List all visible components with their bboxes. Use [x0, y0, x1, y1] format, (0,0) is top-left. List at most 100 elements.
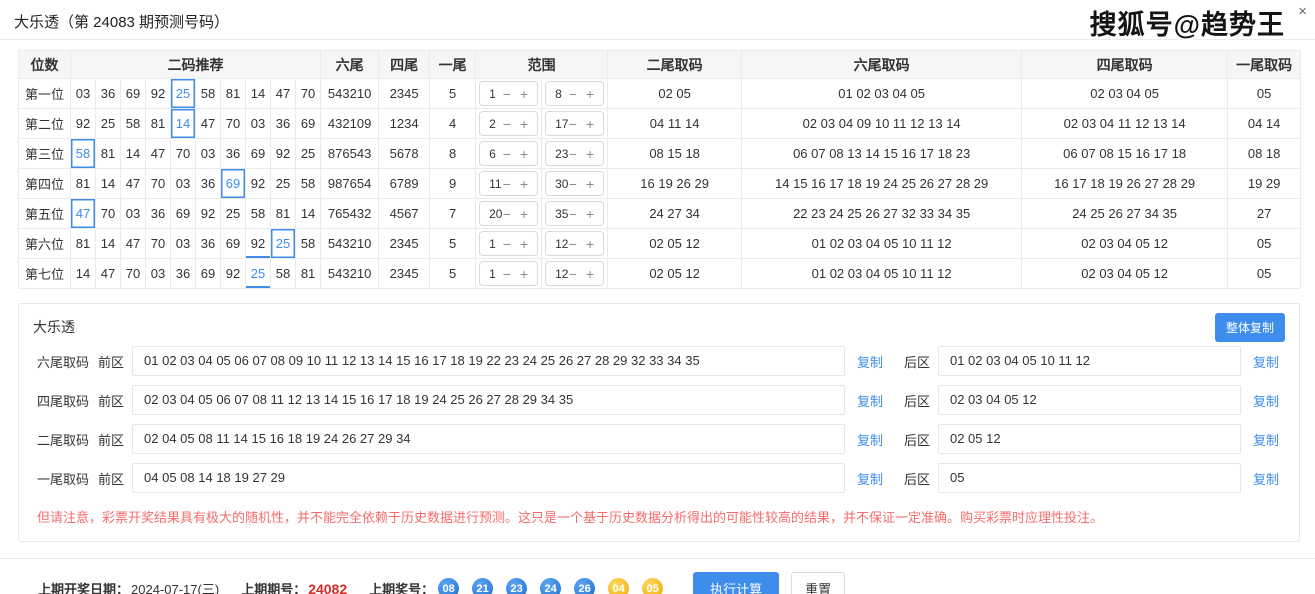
two-code-number-cell[interactable]: 81	[296, 259, 321, 289]
plus-button[interactable]: +	[520, 207, 528, 221]
two-code-number-cell[interactable]: 58	[246, 199, 271, 229]
close-icon[interactable]: ×	[1298, 4, 1307, 19]
minus-button[interactable]: −	[503, 147, 511, 161]
minus-button[interactable]: −	[503, 177, 511, 191]
plus-button[interactable]: +	[520, 267, 528, 281]
range-spinner-input[interactable]: 30−+	[545, 171, 604, 196]
two-code-number-cell[interactable]: 92	[246, 169, 271, 199]
two-code-number-cell[interactable]: 69	[171, 199, 196, 229]
two-code-number-cell[interactable]: 47	[271, 79, 296, 109]
copy-rear-link[interactable]: 复制	[1253, 469, 1279, 488]
two-code-number-cell[interactable]: 92	[246, 229, 271, 259]
two-code-number-cell[interactable]: 25	[271, 229, 296, 259]
two-code-number-cell[interactable]: 36	[221, 139, 246, 169]
two-code-number-cell[interactable]: 25	[96, 109, 121, 139]
plus-button[interactable]: +	[586, 177, 594, 191]
plus-button[interactable]: +	[520, 87, 528, 101]
two-code-number-cell[interactable]: 36	[196, 169, 221, 199]
two-code-number-cell[interactable]: 58	[121, 109, 146, 139]
minus-button[interactable]: −	[569, 147, 577, 161]
plus-button[interactable]: +	[586, 117, 594, 131]
two-code-number-cell[interactable]: 47	[71, 199, 96, 229]
two-code-number-cell[interactable]: 81	[96, 139, 121, 169]
two-code-number-cell[interactable]: 14	[71, 259, 96, 289]
minus-button[interactable]: −	[569, 87, 577, 101]
minus-button[interactable]: −	[503, 237, 511, 251]
minus-button[interactable]: −	[569, 207, 577, 221]
two-code-number-cell[interactable]: 81	[271, 199, 296, 229]
two-code-number-cell[interactable]: 25	[296, 139, 321, 169]
range-spinner-input[interactable]: 17−+	[545, 111, 604, 136]
two-code-number-cell[interactable]: 14	[96, 229, 121, 259]
two-code-number-cell[interactable]: 70	[121, 259, 146, 289]
range-spinner-input[interactable]: 12−+	[545, 231, 604, 256]
two-code-number-cell[interactable]: 92	[196, 199, 221, 229]
copy-rear-link[interactable]: 复制	[1253, 391, 1279, 410]
range-spinner-input[interactable]: 1−+	[479, 231, 538, 256]
minus-button[interactable]: −	[503, 207, 511, 221]
front-zone-input[interactable]: 02 03 04 05 06 07 08 11 12 13 14 15 16 1…	[132, 385, 845, 415]
two-code-number-cell[interactable]: 47	[146, 139, 171, 169]
two-code-number-cell[interactable]: 14	[121, 139, 146, 169]
two-code-number-cell[interactable]: 36	[96, 79, 121, 109]
minus-button[interactable]: −	[503, 117, 511, 131]
range-spinner-input[interactable]: 1−+	[479, 81, 538, 106]
plus-button[interactable]: +	[586, 207, 594, 221]
two-code-number-cell[interactable]: 58	[296, 169, 321, 199]
two-code-number-cell[interactable]: 81	[146, 109, 171, 139]
two-code-number-cell[interactable]: 14	[96, 169, 121, 199]
minus-button[interactable]: −	[569, 117, 577, 131]
two-code-number-cell[interactable]: 03	[121, 199, 146, 229]
two-code-number-cell[interactable]: 70	[221, 109, 246, 139]
two-code-number-cell[interactable]: 70	[96, 199, 121, 229]
two-code-number-cell[interactable]: 03	[146, 259, 171, 289]
two-code-number-cell[interactable]: 69	[121, 79, 146, 109]
minus-button[interactable]: −	[569, 177, 577, 191]
range-spinner-input[interactable]: 6−+	[479, 141, 538, 166]
two-code-number-cell[interactable]: 47	[96, 259, 121, 289]
two-code-number-cell[interactable]: 03	[171, 229, 196, 259]
two-code-number-cell[interactable]: 03	[196, 139, 221, 169]
plus-button[interactable]: +	[586, 147, 594, 161]
two-code-number-cell[interactable]: 69	[296, 109, 321, 139]
plus-button[interactable]: +	[520, 237, 528, 251]
two-code-number-cell[interactable]: 25	[171, 79, 196, 109]
range-spinner-input[interactable]: 35−+	[545, 201, 604, 226]
front-zone-input[interactable]: 02 04 05 08 11 14 15 16 18 19 24 26 27 2…	[132, 424, 845, 454]
range-spinner-input[interactable]: 23−+	[545, 141, 604, 166]
range-spinner-input[interactable]: 8−+	[545, 81, 604, 106]
two-code-number-cell[interactable]: 03	[171, 169, 196, 199]
plus-button[interactable]: +	[586, 237, 594, 251]
two-code-number-cell[interactable]: 47	[196, 109, 221, 139]
two-code-number-cell[interactable]: 92	[271, 139, 296, 169]
two-code-number-cell[interactable]: 36	[171, 259, 196, 289]
plus-button[interactable]: +	[520, 147, 528, 161]
two-code-number-cell[interactable]: 14	[296, 199, 321, 229]
copy-front-link[interactable]: 复制	[857, 391, 883, 410]
reset-button[interactable]: 重置	[791, 572, 845, 594]
range-spinner-input[interactable]: 11−+	[479, 171, 538, 196]
two-code-number-cell[interactable]: 58	[271, 259, 296, 289]
rear-zone-input[interactable]: 02 03 04 05 12	[938, 385, 1241, 415]
two-code-number-cell[interactable]: 81	[71, 229, 96, 259]
range-spinner-input[interactable]: 2−+	[479, 111, 538, 136]
two-code-number-cell[interactable]: 25	[246, 259, 271, 289]
two-code-number-cell[interactable]: 92	[146, 79, 171, 109]
two-code-number-cell[interactable]: 92	[71, 109, 96, 139]
plus-button[interactable]: +	[520, 177, 528, 191]
two-code-number-cell[interactable]: 58	[196, 79, 221, 109]
minus-button[interactable]: −	[503, 87, 511, 101]
two-code-number-cell[interactable]: 69	[221, 229, 246, 259]
two-code-number-cell[interactable]: 25	[221, 199, 246, 229]
front-zone-input[interactable]: 04 05 08 14 18 19 27 29	[132, 463, 845, 493]
two-code-number-cell[interactable]: 25	[271, 169, 296, 199]
two-code-number-cell[interactable]: 03	[71, 79, 96, 109]
two-code-number-cell[interactable]: 69	[221, 169, 246, 199]
minus-button[interactable]: −	[503, 267, 511, 281]
two-code-number-cell[interactable]: 70	[296, 79, 321, 109]
range-spinner-input[interactable]: 1−+	[479, 261, 538, 286]
plus-button[interactable]: +	[586, 267, 594, 281]
copy-front-link[interactable]: 复制	[857, 430, 883, 449]
two-code-number-cell[interactable]: 69	[246, 139, 271, 169]
two-code-number-cell[interactable]: 81	[221, 79, 246, 109]
